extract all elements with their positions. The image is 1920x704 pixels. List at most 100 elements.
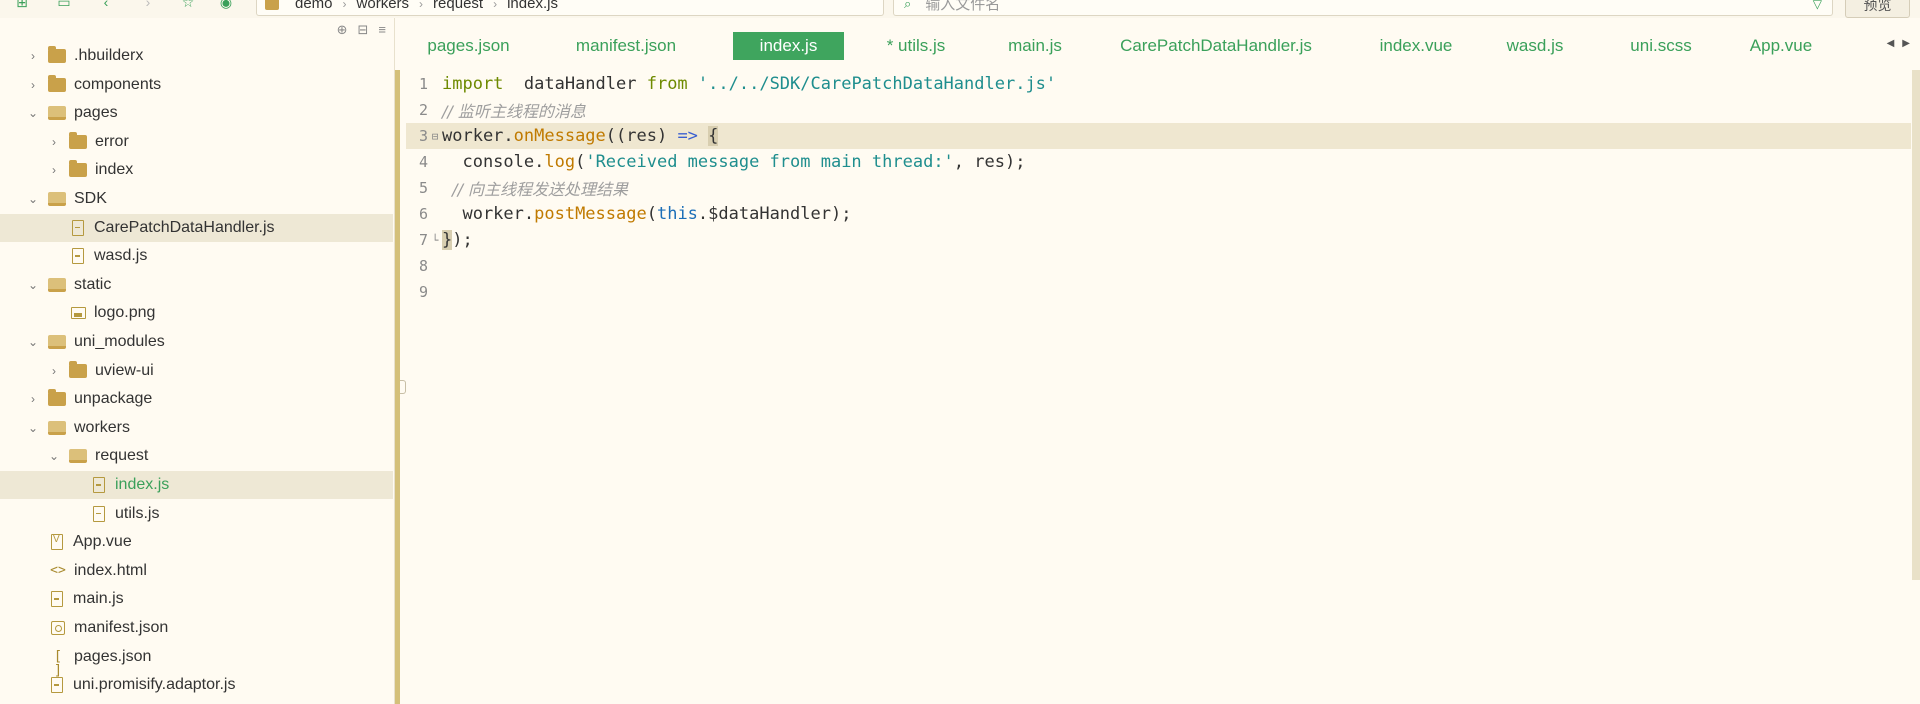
tree-item[interactable]: ⌄ pages (0, 99, 393, 127)
chevron-right-icon[interactable]: › (26, 392, 40, 406)
code-line[interactable]: 6 worker.postMessage(this.$dataHandler); (406, 201, 1911, 227)
chevron-right-icon[interactable]: › (26, 49, 40, 63)
tree-item[interactable]: uni.promisify.adaptor.js (0, 671, 393, 699)
breadcrumb[interactable]: demo › workers › request › index.js (256, 0, 884, 16)
code-line[interactable]: 5 // 向主线程发送处理结果 (406, 175, 1911, 201)
chevron-down-icon[interactable]: ⌄ (26, 278, 40, 292)
editor-tab[interactable]: manifest.json (541, 32, 711, 60)
code-line[interactable]: 8 (406, 253, 1911, 279)
search-icon: ⌕ (904, 0, 912, 11)
filter-icon[interactable]: ▽ (1813, 0, 1822, 11)
editor-tab[interactable]: uni.scss (1606, 32, 1716, 60)
code-line[interactable]: 7 └}); (406, 227, 1911, 253)
breadcrumb-item[interactable]: demo (295, 0, 333, 12)
tree-item[interactable]: wasd.js (0, 242, 393, 270)
editor-tab[interactable]: * utils.js (861, 32, 971, 60)
tree-item-label: utils.js (115, 504, 160, 522)
locate-file-icon[interactable]: ⊕ (337, 22, 348, 38)
editor-tab[interactable]: App.vue (1721, 32, 1841, 60)
chevron-down-icon[interactable]: ⌄ (26, 192, 40, 206)
line-number: 5 (418, 179, 428, 197)
tree-item[interactable]: utils.js (0, 500, 393, 528)
code-text: import dataHandler from '../../SDK/CareP… (442, 74, 1056, 94)
collapse-all-icon[interactable]: ⊟ (358, 22, 369, 38)
tree-item-label: index.html (74, 561, 147, 579)
code-line[interactable]: 1 import dataHandler from '../../SDK/Care… (406, 71, 1911, 97)
code-editor[interactable]: 1 import dataHandler from '../../SDK/Care… (406, 70, 1920, 704)
file-search-input[interactable]: ⌕ 输入文件名 ▽ (893, 0, 1833, 16)
editor-tab[interactable]: index.js (733, 32, 844, 60)
code-token: => (677, 126, 698, 146)
tree-item-label: error (95, 132, 129, 150)
star-icon[interactable]: ☆ (180, 0, 196, 10)
new-file-icon[interactable]: ⊞ (14, 0, 30, 10)
tree-item[interactable]: uni.scss (0, 700, 393, 704)
chevron-down-icon[interactable]: ⌄ (47, 449, 61, 463)
tree-item-label: pages.json (74, 647, 152, 665)
code-line[interactable]: 4 console.log('Received message from mai… (406, 149, 1911, 175)
tree-item[interactable]: ⌄ request (0, 442, 393, 470)
tree-item[interactable]: <> index.html (0, 557, 393, 585)
line-number: 1 (418, 75, 428, 93)
folder-open-icon (48, 106, 66, 121)
chevron-down-icon[interactable]: ⌄ (26, 335, 40, 349)
tree-item[interactable]: › uview-ui (0, 357, 393, 385)
tree-item[interactable]: › index (0, 156, 393, 184)
code-token: postMessage (534, 204, 647, 224)
tree-item[interactable]: › .hbuilderx (0, 42, 393, 70)
tree-item[interactable]: index.js (0, 471, 393, 499)
tree-item-label: SDK (74, 190, 107, 207)
breadcrumb-item[interactable]: workers (357, 0, 410, 12)
forward-arrow-icon[interactable]: › (140, 0, 156, 10)
folder-icon (48, 389, 66, 407)
chevron-right-icon[interactable]: › (26, 78, 40, 92)
folder-icon (48, 74, 66, 92)
file-search-placeholder: 输入文件名 (925, 0, 1001, 13)
tab-scroll-right-icon[interactable]: ▶ (1902, 38, 1910, 49)
fold-toggle-icon[interactable]: └ (428, 234, 442, 247)
code-text: worker.onMessage((res) => { (442, 126, 719, 146)
html-file-icon: <> (50, 562, 66, 578)
tree-item-label: manifest.json (74, 619, 169, 636)
menu-icon[interactable]: ≡ (378, 22, 386, 38)
tree-item[interactable]: ⌄ static (0, 271, 393, 299)
breadcrumb-item[interactable]: index.js (507, 0, 558, 12)
breadcrumb-item[interactable]: request (433, 0, 483, 12)
code-line[interactable]: 9 (406, 279, 1911, 305)
tree-item[interactable]: logo.png (0, 299, 393, 327)
tree-item[interactable]: ⌄ SDK (0, 185, 393, 213)
back-arrow-icon[interactable]: ‹ (98, 0, 114, 10)
code-token: , res); (953, 152, 1026, 172)
tree-item[interactable]: ⌄ workers (0, 414, 393, 442)
tree-item[interactable]: › unpackage (0, 385, 393, 413)
editor-tab[interactable]: index.vue (1361, 32, 1471, 60)
tree-item[interactable]: App.vue (0, 528, 393, 556)
editor-tab[interactable]: pages.json (426, 32, 511, 60)
editor-tab[interactable]: CarePatchDataHandler.js (1091, 32, 1341, 60)
chevron-right-icon[interactable]: › (47, 163, 61, 177)
chevron-right-icon[interactable]: › (47, 364, 61, 378)
tree-item[interactable]: › error (0, 128, 393, 156)
fold-toggle-icon[interactable]: ⊟ (428, 130, 442, 143)
code-line[interactable]: 2 // 监听主线程的消息 (406, 97, 1911, 123)
chevron-down-icon[interactable]: ⌄ (26, 421, 40, 435)
code-token: // 向主线程发送处理结果 (442, 180, 629, 199)
tree-item[interactable]: › components (0, 71, 393, 99)
tree-item[interactable]: [ ] pages.json (0, 643, 393, 678)
editor-tab[interactable]: main.js (980, 32, 1090, 60)
js-file-icon (93, 477, 105, 493)
code-line[interactable]: 3 ⊟ worker.onMessage((res) => { (406, 123, 1911, 149)
run-icon[interactable]: ◉ (218, 0, 234, 10)
tree-item[interactable]: manifest.json (0, 614, 393, 642)
chevron-right-icon[interactable]: › (47, 135, 61, 149)
tab-scroll-left-icon[interactable]: ◀ (1887, 38, 1895, 49)
editor-tab[interactable]: wasd.js (1480, 32, 1590, 60)
chevron-down-icon[interactable]: ⌄ (26, 106, 40, 120)
tree-item[interactable]: main.js (0, 585, 393, 613)
editor-scrollbar[interactable] (1912, 70, 1920, 580)
preview-button[interactable]: 预览 (1845, 0, 1910, 18)
tree-item[interactable]: CarePatchDataHandler.js (0, 213, 393, 242)
save-icon[interactable]: ▭ (56, 0, 72, 10)
tree-item[interactable]: ⌄ uni_modules (0, 328, 393, 356)
